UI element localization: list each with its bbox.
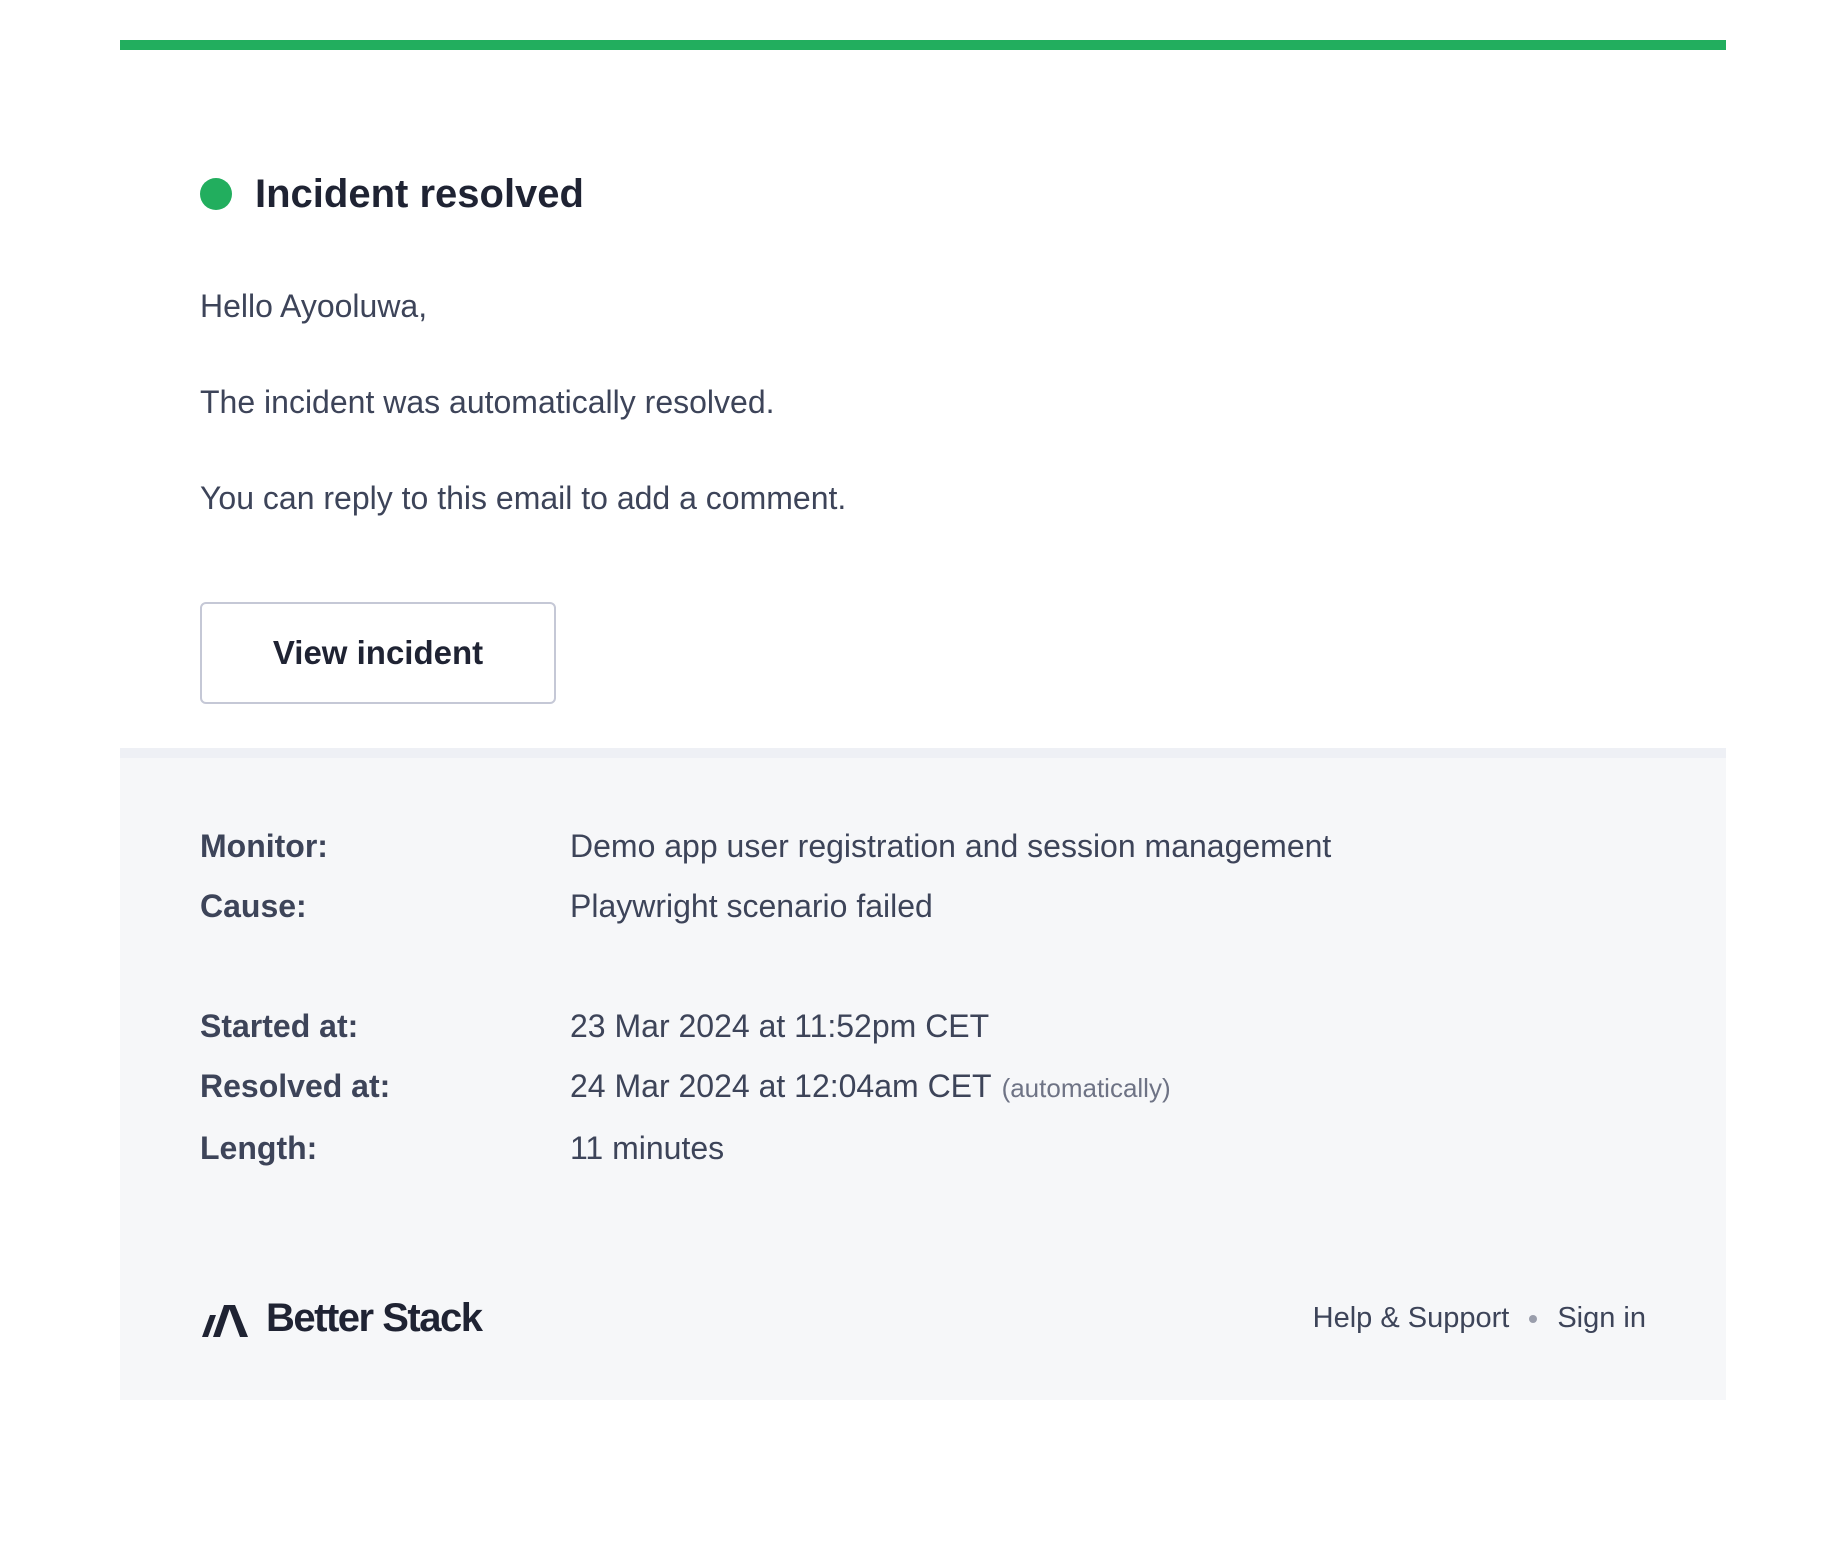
cause-value: Playwright scenario failed — [570, 888, 933, 924]
view-incident-button[interactable]: View incident — [200, 602, 556, 704]
detail-row-cause: Cause: Playwright scenario failed — [200, 886, 1646, 926]
detail-spacer — [200, 946, 1646, 1006]
resolved-label: Resolved at: — [200, 1068, 391, 1104]
email-footer: Better Stack Help & Support Sign in — [200, 1296, 1646, 1341]
reply-hint-text: You can reply to this email to add a com… — [200, 480, 847, 516]
title-row: Incident resolved — [200, 170, 1646, 218]
monitor-label: Monitor: — [200, 828, 328, 864]
length-label: Length: — [200, 1130, 318, 1166]
length-value: 11 minutes — [570, 1130, 725, 1166]
started-label: Started at: — [200, 1008, 359, 1044]
page-title: Incident resolved — [255, 171, 584, 216]
brand-name: Better Stack — [266, 1296, 483, 1340]
incident-details-panel: Monitor: Demo app user registration and … — [120, 748, 1726, 1400]
greeting-text: Hello Ayooluwa, — [200, 288, 428, 324]
better-stack-logo-icon — [200, 1299, 250, 1339]
brand-logo: Better Stack — [200, 1296, 483, 1341]
link-separator-dot — [1529, 1314, 1538, 1323]
monitor-value: Demo app user registration and session m… — [570, 828, 1332, 864]
resolution-message: The incident was automatically resolved. — [200, 384, 775, 420]
resolved-time: 24 Mar 2024 at 12:04am CET — [570, 1068, 992, 1104]
detail-row-length: Length: 11 minutes — [200, 1128, 1646, 1168]
status-accent-bar — [120, 40, 1726, 50]
resolved-value: 24 Mar 2024 at 12:04am CET (automatically… — [570, 1066, 1171, 1108]
email-container: Incident resolved Hello Ayooluwa, The in… — [120, 40, 1726, 1400]
resolved-note: (automatically) — [1001, 1073, 1171, 1103]
footer-links: Help & Support Sign in — [1313, 1302, 1646, 1335]
detail-row-monitor: Monitor: Demo app user registration and … — [200, 826, 1646, 866]
email-content: Incident resolved Hello Ayooluwa, The in… — [120, 50, 1726, 748]
started-value: 23 Mar 2024 at 11:52pm CET — [570, 1008, 990, 1044]
status-dot-icon — [200, 178, 232, 210]
detail-row-started: Started at: 23 Mar 2024 at 11:52pm CET — [200, 1006, 1646, 1046]
cause-label: Cause: — [200, 888, 307, 924]
detail-row-resolved: Resolved at: 24 Mar 2024 at 12:04am CET (… — [200, 1066, 1646, 1108]
sign-in-link[interactable]: Sign in — [1557, 1302, 1646, 1335]
help-support-link[interactable]: Help & Support — [1313, 1302, 1510, 1335]
